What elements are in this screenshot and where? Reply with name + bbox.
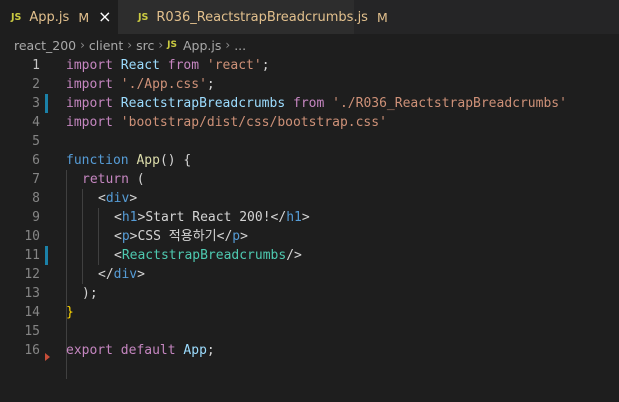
editor-tab-bar: JS App.js M × JS R036_ReactstrapBreadcru…: [0, 0, 619, 34]
code-line: </div>: [98, 267, 145, 282]
code-line: import React from 'react';: [66, 58, 270, 73]
code-line: <div>: [98, 191, 138, 206]
tab-title: App.js: [29, 9, 70, 25]
tab-r036-reactstrap-breadcrumbs-js[interactable]: JS R036_ReactstrapBreadcrumbs.js M: [118, 0, 388, 34]
close-icon[interactable]: ×: [98, 9, 111, 25]
chevron-right-icon: ›: [158, 38, 164, 52]
line-number: 4: [32, 115, 40, 130]
chevron-right-icon: ›: [225, 38, 231, 52]
line-number: 9: [32, 210, 40, 225]
line-number: 13: [24, 286, 40, 301]
indent-guide: [82, 189, 83, 284]
code-line: }: [66, 305, 74, 320]
code-line: <p>CSS 적용하기</p>: [114, 229, 248, 244]
line-number: 16: [24, 343, 40, 358]
code-line: export default App;: [66, 343, 215, 358]
breadcrumb-item-file[interactable]: App.js: [183, 38, 221, 53]
breadcrumb-item-client[interactable]: client: [89, 38, 123, 53]
modified-status-badge: M: [376, 9, 388, 25]
code-line: function App() {: [66, 153, 192, 168]
line-number: 5: [32, 134, 40, 149]
line-number-gutter: 1 2 3 4 5 6 7 8 9 10 11 12 13 14 15 16: [0, 56, 52, 402]
line-number: 3: [32, 96, 40, 111]
javascript-file-icon: JS: [11, 11, 22, 23]
javascript-file-icon: JS: [167, 40, 177, 50]
tab-title: R036_ReactstrapBreadcrumbs.js: [156, 9, 368, 25]
breadcrumb-item-src[interactable]: src: [136, 38, 154, 53]
code-line: import ReactstrapBreadcrumbs from './R03…: [66, 96, 567, 111]
git-modified-line-indicator[interactable]: [45, 94, 48, 113]
javascript-file-icon: JS: [138, 11, 149, 23]
chevron-right-icon: ›: [127, 38, 133, 52]
line-number: 6: [32, 153, 40, 168]
indent-guide: [98, 208, 99, 265]
tab-app-js[interactable]: JS App.js M ×: [0, 0, 118, 34]
line-number: 10: [24, 229, 40, 244]
git-modified-line-indicator[interactable]: [45, 246, 48, 265]
modified-status-badge: M: [78, 9, 90, 25]
code-line: <h1>Start React 200!</h1>: [114, 210, 310, 225]
code-line: import './App.css';: [66, 77, 215, 92]
line-number: 7: [32, 172, 40, 187]
line-number: 15: [24, 324, 40, 339]
line-number: 12: [24, 267, 40, 282]
code-area[interactable]: import React from 'react'; import './App…: [66, 56, 616, 402]
chevron-right-icon: ›: [80, 38, 85, 52]
line-number: 14: [24, 305, 40, 320]
code-line: return (: [82, 172, 145, 187]
git-deleted-line-indicator[interactable]: [45, 353, 50, 361]
line-number: 8: [32, 191, 40, 206]
breadcrumb-item-react-200[interactable]: react_200: [14, 38, 76, 53]
breadcrumb-item-symbols[interactable]: ...: [234, 38, 246, 53]
code-line: import 'bootstrap/dist/css/bootstrap.css…: [66, 115, 387, 130]
code-line: <ReactstrapBreadcrumbs/>: [114, 248, 302, 263]
line-number: 11: [24, 248, 40, 263]
line-number: 1: [32, 58, 40, 73]
code-editor[interactable]: 1 2 3 4 5 6 7 8 9 10 11 12 13 14 15 16 i…: [0, 56, 619, 402]
code-line: );: [82, 286, 98, 301]
breadcrumb: react_200 › client › src › JS App.js › .…: [0, 34, 619, 56]
line-number: 2: [32, 77, 40, 92]
